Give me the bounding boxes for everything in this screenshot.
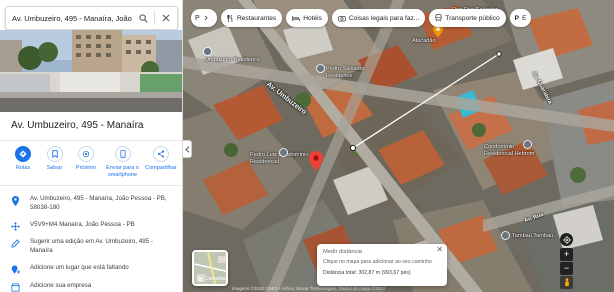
zoom-out-button[interactable]: − — [560, 262, 573, 275]
chip-more[interactable]: P — [191, 9, 217, 27]
directions-button[interactable]: Rotas — [8, 146, 38, 178]
search-input[interactable]: Av. Umbuzeiro, 495 - Manaíra, João Pe — [6, 14, 132, 23]
hotel-icon — [292, 15, 300, 21]
transit-icon — [435, 14, 442, 22]
chip-parking[interactable]: P E — [509, 9, 532, 27]
share-button[interactable]: Compartilhar — [144, 146, 178, 178]
my-location-icon — [562, 235, 571, 244]
layers-icon — [197, 276, 203, 282]
search-icon — [138, 13, 148, 23]
chip-things-to-do[interactable]: Coisas legais para faz... — [331, 9, 426, 27]
clear-search-button[interactable] — [155, 7, 177, 29]
camera-icon — [338, 15, 346, 22]
nearby-icon — [82, 150, 90, 158]
poi-label-umbuzeiro-residence: Umbuzeiro Residence — [205, 57, 261, 63]
measure-title: Medir distância — [323, 249, 362, 255]
place-panel: Av. Umbuzeiro, 495 - Manaíra, João Pe Av… — [0, 0, 183, 292]
search-button[interactable] — [132, 7, 154, 29]
map-copyright: Imagens ©2022 CNES / Airbus, Maxar Techn… — [232, 286, 386, 291]
add-business-text: Adicione sua empresa — [30, 282, 92, 289]
poi-label-pedro-salvador: Pedro Salvador Residence — [326, 66, 365, 79]
search-box[interactable]: Av. Umbuzeiro, 495 - Manaíra, João Pe — [5, 6, 178, 30]
plus-code-icon — [10, 222, 20, 231]
directions-icon — [19, 150, 27, 158]
nearby-button[interactable]: Próximo — [71, 146, 101, 178]
category-chips: P Restaurantes Hotéis Coisas legais para… — [191, 9, 532, 27]
place-title: Av. Umbuzeiro, 495 - Manaíra — [11, 120, 144, 131]
add-place-icon — [11, 265, 20, 274]
chevron-right-icon — [204, 15, 208, 21]
pegman-icon — [564, 278, 569, 287]
collapse-panel-button[interactable] — [183, 140, 192, 158]
panel-divider — [0, 185, 182, 186]
send-to-phone-icon — [119, 150, 126, 158]
add-business-icon — [10, 283, 20, 292]
chip-hotels[interactable]: Hotéis — [286, 9, 328, 27]
zoom-in-button[interactable]: + — [560, 248, 573, 261]
suggest-edit-text: Sugerir uma edição em Av. Umbuzeiro, 495… — [30, 238, 153, 254]
send-to-phone-button[interactable]: Enviar para o smartphone — [103, 146, 143, 178]
suggest-edit-row[interactable]: Sugerir uma edição em Av. Umbuzeiro, 495… — [0, 238, 182, 255]
chip-restaurants[interactable]: Restaurantes — [221, 9, 283, 27]
panel-divider — [0, 140, 182, 141]
layers-button[interactable]: Camadas — [192, 250, 228, 286]
pegman-button[interactable] — [560, 276, 573, 289]
plus-code-text: V5V9+M4 Manaíra, João Pessoa - PB — [30, 221, 135, 228]
chevron-left-icon — [184, 145, 189, 153]
share-icon — [157, 150, 165, 158]
close-icon — [162, 14, 170, 22]
place-pin-icon[interactable] — [309, 151, 323, 171]
poi-label-tambau: Tambaú Tambaú — [512, 233, 554, 239]
add-missing-place-row[interactable]: Adicione um lugar que está faltando — [0, 264, 182, 274]
address-text: Av. Umbuzeiro, 495 - Manaíra, João Pesso… — [30, 195, 167, 211]
poi-label-top: Atacadão — [412, 38, 436, 44]
chip-public-transit[interactable]: Transporte público — [429, 9, 506, 27]
building-poi-icon[interactable] — [316, 64, 325, 73]
building-poi-icon[interactable] — [523, 140, 532, 149]
measure-distance-card: Medir distância Clique no mapa para adic… — [317, 244, 447, 286]
restaurant-icon — [227, 14, 233, 22]
building-poi-icon[interactable] — [501, 231, 510, 240]
measure-total: Distância total: 302,87 m (993,67 pés) — [323, 270, 411, 276]
edit-icon — [10, 239, 20, 248]
building-poi-icon[interactable] — [203, 47, 212, 56]
layers-label: Camadas — [205, 276, 227, 282]
building-poi-icon[interactable] — [279, 148, 288, 157]
street-view-image — [0, 30, 182, 112]
close-icon[interactable]: ✕ — [436, 245, 443, 254]
save-button[interactable]: Salvar — [40, 146, 70, 178]
bookmark-icon — [51, 150, 58, 158]
add-business-row[interactable]: Adicione sua empresa — [0, 282, 182, 292]
my-location-button[interactable] — [560, 233, 573, 246]
maps-app: Av. Umbuzeiro Av. Guarabira Av. Rua Umbu… — [0, 0, 614, 292]
address-row[interactable]: Av. Umbuzeiro, 495 - Manaíra, João Pesso… — [0, 195, 182, 212]
place-photo[interactable] — [0, 30, 182, 112]
action-buttons: Rotas Salvar Próximo Enviar para o smart… — [8, 146, 178, 178]
add-missing-place-text: Adicione um lugar que está faltando — [30, 264, 129, 271]
measure-hint: Clique no mapa para adicionar ao seu cam… — [323, 259, 432, 265]
location-pin-icon — [11, 196, 19, 206]
plus-code-row[interactable]: V5V9+M4 Manaíra, João Pessoa - PB — [0, 221, 182, 231]
